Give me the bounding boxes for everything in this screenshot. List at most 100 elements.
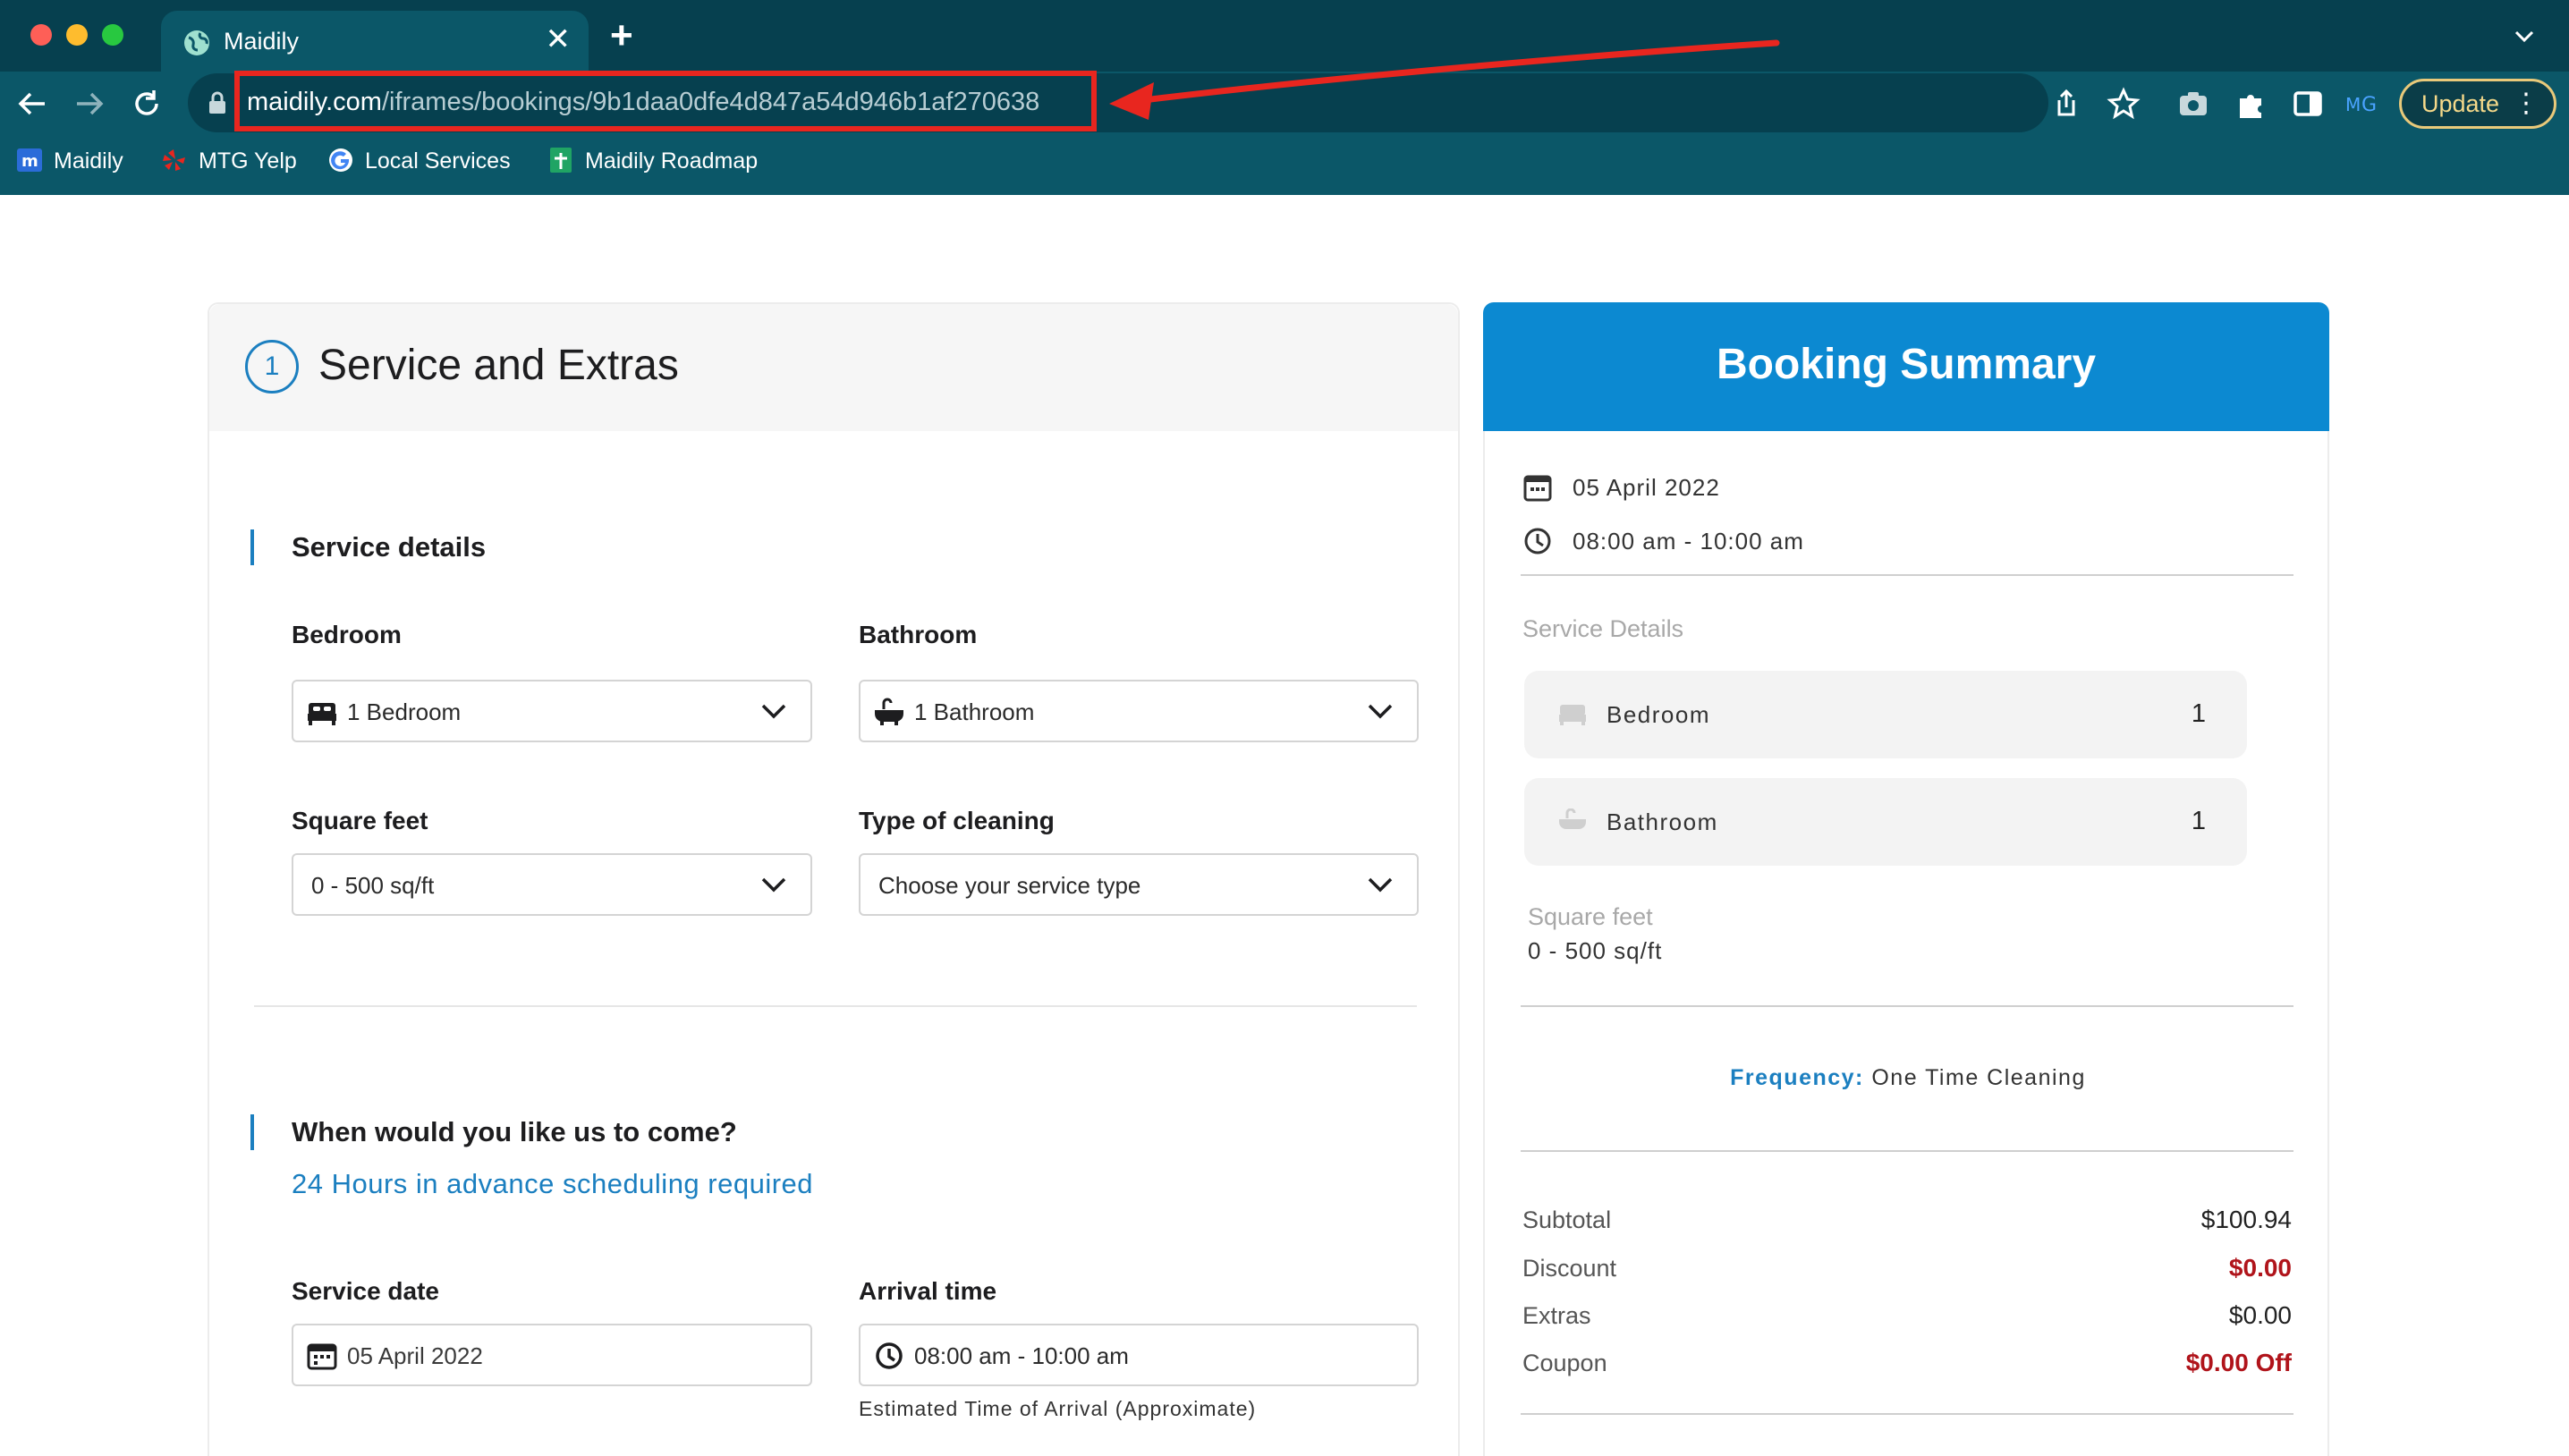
summary-square-feet-value: 0 - 500 sq/ft bbox=[1528, 937, 1663, 964]
bathtub-icon bbox=[875, 698, 903, 725]
section-title: Service and Extras bbox=[318, 342, 679, 389]
calendar-icon bbox=[307, 1343, 337, 1370]
url-text[interactable]: maidily.com/iframes/bookings/9b1daa0dfe4… bbox=[247, 85, 1039, 119]
bed-icon bbox=[308, 703, 336, 725]
chevron-down-icon bbox=[1368, 704, 1393, 719]
when-heading: When would you like us to come? bbox=[292, 1116, 737, 1147]
summary-square-feet-label: Square feet bbox=[1528, 903, 1653, 930]
browser-chrome: Maidily ✕ + maidily.com/iframes/bookings… bbox=[0, 0, 2569, 195]
bookmark-maidily-roadmap[interactable]: Maidily Roadmap bbox=[547, 143, 758, 179]
summary-bedroom-row: Bedroom 1 bbox=[1524, 671, 2247, 758]
summary-service-details-label: Service Details bbox=[1522, 615, 1684, 642]
section-accent-bar bbox=[250, 1114, 254, 1150]
svg-text:G: G bbox=[2361, 94, 2377, 116]
service-date-input[interactable]: 05 April 2022 bbox=[292, 1324, 812, 1386]
arrival-time-value: 08:00 am - 10:00 am bbox=[914, 1342, 1129, 1369]
booking-summary-card: Booking Summary 05 April 2022 08:00 am -… bbox=[1483, 302, 2329, 1456]
browser-titlebar: Maidily ✕ + bbox=[0, 0, 2569, 73]
service-details-heading: Service details bbox=[292, 531, 487, 563]
summary-frequency: Frequency: One Time Cleaning bbox=[1485, 1062, 2331, 1093]
back-arrow-icon[interactable] bbox=[14, 86, 50, 122]
frequency-value: One Time Cleaning bbox=[1871, 1065, 2086, 1090]
summary-bathroom-row: Bathroom 1 bbox=[1524, 778, 2247, 866]
bed-icon bbox=[1559, 705, 1586, 725]
service-date-value: 05 April 2022 bbox=[347, 1342, 483, 1369]
clock-icon bbox=[1524, 528, 1551, 554]
window-close-button[interactable] bbox=[30, 24, 52, 46]
bathroom-label: Bathroom bbox=[859, 621, 978, 648]
summary-divider bbox=[1521, 574, 2293, 576]
window-zoom-button[interactable] bbox=[102, 24, 123, 46]
bedroom-value: 1 Bedroom bbox=[347, 698, 462, 725]
summary-bathroom-label: Bathroom bbox=[1607, 808, 1718, 835]
bookmark-label: Maidily bbox=[54, 148, 123, 174]
summary-bedroom-label: Bedroom bbox=[1607, 701, 1710, 728]
clock-icon bbox=[876, 1342, 903, 1369]
tab-search-chevron-icon[interactable] bbox=[2512, 23, 2537, 48]
browser-update-button[interactable]: Update ⋮ bbox=[2399, 79, 2556, 129]
tab-title: Maidily bbox=[224, 28, 300, 55]
calendar-icon bbox=[1523, 475, 1552, 502]
share-icon[interactable] bbox=[2048, 86, 2084, 122]
square-feet-select[interactable]: 0 - 500 sq/ft bbox=[292, 853, 812, 916]
browser-tab-active[interactable]: Maidily ✕ bbox=[161, 11, 589, 73]
coupon-label: Coupon bbox=[1522, 1350, 1607, 1376]
service-extras-header: 1 Service and Extras bbox=[209, 304, 1458, 431]
camera-extension-icon[interactable] bbox=[2175, 86, 2211, 122]
bookmark-star-icon[interactable] bbox=[2106, 86, 2141, 122]
service-extras-card: 1 Service and Extras Service details Bed… bbox=[208, 302, 1460, 1456]
sheets-icon bbox=[550, 148, 572, 174]
cleaning-type-value: Choose your service type bbox=[878, 872, 1141, 899]
profile-avatar-icon[interactable]: M G bbox=[2344, 86, 2379, 122]
bookmark-label: Maidily Roadmap bbox=[585, 148, 759, 174]
discount-value: $0.00 bbox=[2228, 1254, 2292, 1282]
booking-summary-title: Booking Summary bbox=[1716, 341, 2097, 388]
window-minimize-button[interactable] bbox=[66, 24, 88, 46]
extras-value: $0.00 bbox=[2228, 1301, 2292, 1329]
service-date-label: Service date bbox=[292, 1277, 439, 1305]
bookmark-local-services[interactable]: Local Services bbox=[327, 143, 511, 179]
section-divider bbox=[254, 1005, 1417, 1007]
svg-text:M: M bbox=[2345, 94, 2361, 115]
extensions-puzzle-icon[interactable] bbox=[2233, 86, 2268, 122]
summary-bedroom-count: 1 bbox=[2191, 699, 2206, 728]
booking-summary-header: Booking Summary bbox=[1483, 302, 2329, 431]
bathroom-value: 1 Bathroom bbox=[914, 698, 1035, 725]
chevron-down-icon bbox=[761, 704, 786, 719]
summary-bathroom-count: 1 bbox=[2191, 807, 2206, 835]
advance-scheduling-note: 24 Hours in advance scheduling required bbox=[292, 1168, 814, 1199]
frequency-label: Frequency: bbox=[1730, 1065, 1864, 1090]
subtotal-label: Subtotal bbox=[1522, 1206, 1612, 1233]
svg-text:m: m bbox=[21, 152, 38, 171]
section-accent-bar bbox=[250, 529, 254, 565]
maidily-logo-icon: m bbox=[17, 148, 42, 173]
lock-icon[interactable] bbox=[208, 90, 227, 115]
subtotal-value: $100.94 bbox=[2200, 1206, 2292, 1233]
bedroom-select[interactable]: 1 Bedroom bbox=[292, 680, 812, 742]
google-icon bbox=[329, 148, 352, 173]
bookmark-maidily[interactable]: m Maidily bbox=[16, 143, 123, 179]
summary-divider bbox=[1521, 1005, 2293, 1007]
arrival-time-input[interactable]: 08:00 am - 10:00 am bbox=[859, 1324, 1419, 1386]
bookmark-label: Local Services bbox=[365, 148, 511, 174]
bathroom-select[interactable]: 1 Bathroom bbox=[859, 680, 1419, 742]
new-tab-button[interactable]: + bbox=[610, 16, 633, 55]
url-host: maidily.com bbox=[247, 88, 382, 116]
forward-arrow-icon[interactable] bbox=[72, 86, 107, 122]
tab-close-icon[interactable]: ✕ bbox=[546, 23, 572, 55]
bookmark-mtg-yelp[interactable]: MTG Yelp bbox=[161, 143, 297, 179]
cleaning-type-select[interactable]: Choose your service type bbox=[859, 853, 1419, 916]
summary-divider bbox=[1521, 1150, 2293, 1152]
discount-label: Discount bbox=[1522, 1255, 1617, 1282]
square-feet-value: 0 - 500 sq/ft bbox=[311, 872, 435, 899]
update-label: Update bbox=[2421, 90, 2500, 117]
step-number-badge: 1 bbox=[245, 340, 299, 394]
chevron-down-icon bbox=[1368, 877, 1393, 893]
extras-label: Extras bbox=[1522, 1302, 1591, 1329]
bedroom-label: Bedroom bbox=[292, 621, 402, 648]
yelp-icon bbox=[163, 149, 185, 172]
globe-icon bbox=[184, 30, 209, 55]
side-panel-icon[interactable] bbox=[2290, 86, 2326, 122]
reload-icon[interactable] bbox=[129, 86, 165, 122]
browser-menu-icon[interactable]: ⋮ bbox=[2513, 81, 2539, 126]
